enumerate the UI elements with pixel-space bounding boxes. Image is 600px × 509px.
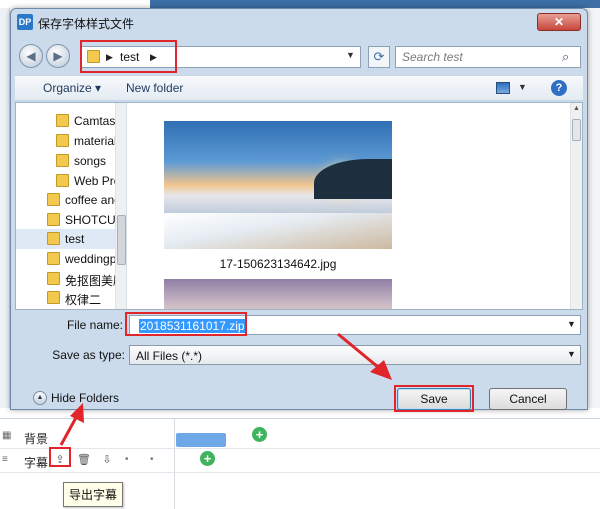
track-label-subtitle: 字幕 <box>24 456 49 470</box>
timeline-clip[interactable] <box>176 433 226 447</box>
organize-menu[interactable]: Organize ▾ <box>43 81 101 95</box>
change-view-icon[interactable] <box>496 82 510 94</box>
folder-icon <box>47 291 60 304</box>
sidebar-item-label: material <box>74 134 117 148</box>
surf-foam <box>164 213 392 249</box>
sidebar-item-label: songs <box>74 154 107 168</box>
subtitle-track-icon: ≡ <box>2 454 8 465</box>
sidebar-item-web-pro[interactable]: Web Pro <box>16 171 120 191</box>
close-button[interactable]: ✕ <box>537 13 581 31</box>
track-grip-icon: ▦ <box>2 430 12 441</box>
folder-tree-scroll-thumb[interactable] <box>117 215 126 265</box>
sidebar-item-label: test <box>65 232 85 246</box>
file-name-dropdown-icon[interactable]: ▼ <box>567 319 576 329</box>
save-highlight-box <box>394 385 474 412</box>
navigation-bar: ◀ ▶ ▶ test ▶ ▼ ⟳ Search test ⌕ <box>15 39 583 73</box>
file-name-field-label: File name: <box>66 318 123 332</box>
timeline-track-subtitle[interactable]: ≡ 字幕 ⇪ 🗑 ⇩ • • + <box>0 449 600 473</box>
sidebar-item-label: coffee anc <box>65 193 121 207</box>
forward-button[interactable]: ▶ <box>46 44 70 68</box>
app-logo-icon: DP <box>17 14 33 30</box>
collapse-up-icon: ▲ <box>33 391 47 405</box>
sidebar-item-2018531114[interactable]: 2018531114 <box>16 306 115 309</box>
folder-icon <box>56 154 69 167</box>
file-name-label[interactable]: 17-150623134642.jpg <box>164 257 392 271</box>
sidebar-item-material[interactable]: material <box>16 131 117 151</box>
background-left-panel <box>0 8 10 408</box>
sidebar-item-label: Camtasi <box>74 114 119 128</box>
save-as-type-value: All Files (*.*) <box>136 349 203 363</box>
file-list-scroll-thumb[interactable] <box>572 119 581 141</box>
cancel-button[interactable]: Cancel <box>489 388 567 410</box>
search-input[interactable]: Search test ⌕ <box>395 46 581 68</box>
sidebar-item-wedding[interactable]: weddingp <box>16 249 117 269</box>
save-file-dialog: DP 保存字体样式文件 ✕ ◀ ▶ ▶ test ▶ ▼ ⟳ Search te… <box>10 8 588 412</box>
file-thumbnail-second[interactable] <box>164 279 392 309</box>
dialog-footer: File name: 2018531161017.zip ▼ Save as t… <box>15 311 583 412</box>
import-icon[interactable]: ⇩ <box>100 453 114 467</box>
file-name-highlight-box <box>125 312 247 336</box>
track-label-background: 背景 <box>24 432 49 446</box>
folder-icon <box>56 134 69 147</box>
save-as-type-select[interactable]: All Files (*.*) ▼ <box>129 345 581 365</box>
sidebar-item-camtasia[interactable]: Camtasi <box>16 111 119 131</box>
search-icon[interactable]: ⌕ <box>562 49 569 65</box>
sidebar-item-shotcut[interactable]: SHOTCUT <box>16 210 123 230</box>
chevron-down-icon[interactable]: ▼ <box>567 349 576 359</box>
dialog-titlebar[interactable]: DP 保存字体样式文件 ✕ <box>11 9 587 37</box>
browser-content: Camtasi material songs Web Pro coffee an… <box>15 102 583 310</box>
dialog-title: 保存字体样式文件 <box>38 17 135 31</box>
export-subtitle-tooltip: 导出字幕 <box>63 482 124 507</box>
sidebar-item-coffee[interactable]: coffee anc <box>16 190 120 210</box>
file-list-scrollbar[interactable]: ▲ <box>570 103 582 309</box>
trash-icon[interactable]: 🗑 <box>77 453 91 467</box>
timeline-track-background[interactable]: ▦ 背景 + <box>0 425 600 449</box>
folder-icon <box>47 213 60 226</box>
folder-icon <box>56 114 69 127</box>
sidebar-item-cutout-beauty[interactable]: 免抠图美剧 <box>16 269 125 289</box>
address-highlight-box <box>80 40 177 73</box>
export-button-highlight <box>49 447 71 467</box>
hide-folders-label: Hide Folders <box>51 391 120 405</box>
back-button[interactable]: ◀ <box>19 44 43 68</box>
file-thumbnail-beach[interactable] <box>164 121 392 249</box>
save-as-type-label: Save as type: <box>52 348 125 362</box>
folder-icon <box>47 193 60 206</box>
folder-icon <box>47 232 60 245</box>
background-right-panel <box>586 8 600 408</box>
add-clip-plus-icon[interactable]: + <box>252 427 267 442</box>
sidebar-item-label: weddingp <box>65 252 117 266</box>
command-toolbar: Organize ▾ New folder ▼ ? <box>15 75 583 101</box>
folder-tree: Camtasi material songs Web Pro coffee an… <box>16 103 127 309</box>
background-strip-left <box>0 0 150 8</box>
sidebar-item-test[interactable]: test <box>16 229 115 249</box>
dot-marker: • <box>150 454 154 465</box>
add-subtitle-plus-icon[interactable]: + <box>200 451 215 466</box>
sidebar-item-label: Web Pro <box>74 174 121 188</box>
folder-icon <box>56 174 69 187</box>
help-icon[interactable]: ? <box>551 80 567 96</box>
view-options-dropdown-icon[interactable]: ▼ <box>518 82 527 92</box>
sidebar-item-quan-lv-er[interactable]: 权律二 <box>16 288 115 308</box>
search-placeholder: Search test <box>402 50 463 64</box>
headland-silhouette <box>314 159 392 199</box>
folder-tree-scrollbar[interactable] <box>115 103 126 309</box>
scroll-up-arrow-icon[interactable]: ▲ <box>573 105 580 112</box>
address-history-dropdown-icon[interactable]: ▼ <box>346 50 355 60</box>
folder-icon <box>47 272 60 285</box>
refresh-button[interactable]: ⟳ <box>368 46 390 68</box>
dot-marker: • <box>125 454 129 465</box>
sidebar-item-songs[interactable]: songs <box>16 151 115 171</box>
file-list: 17-150623134642.jpg <box>128 103 570 309</box>
folder-icon <box>47 252 60 265</box>
new-folder-button[interactable]: New folder <box>126 81 183 95</box>
